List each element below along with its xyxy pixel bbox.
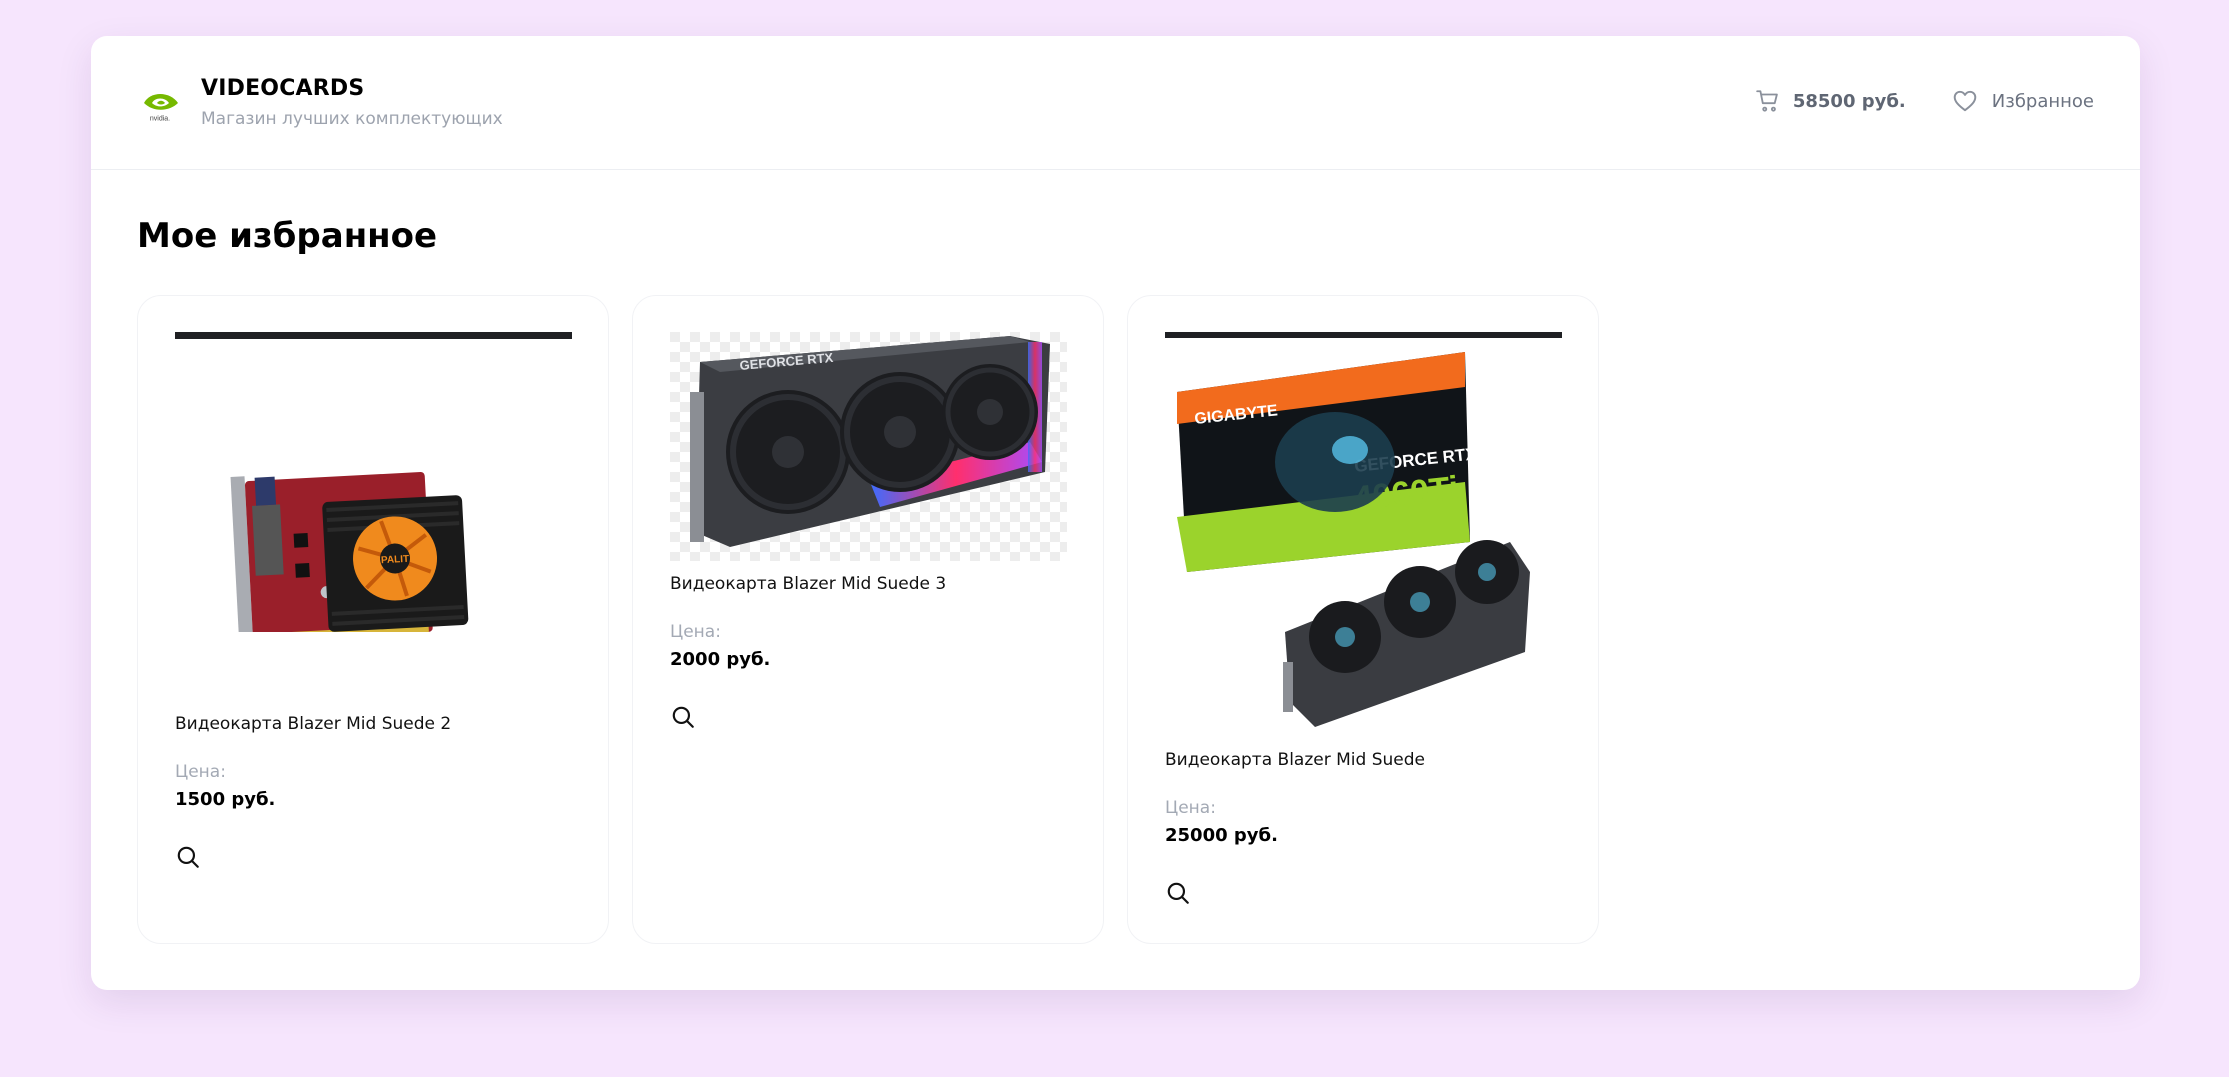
brand-subtitle: Магазин лучших комплектующих — [201, 109, 503, 129]
app-window: nvidia. VIDEOCARDS Магазин лучших компле… — [91, 36, 2140, 990]
cart-total: 58500 руб. — [1792, 90, 1906, 112]
product-price: 1500 руб. — [175, 789, 276, 810]
product-image: GEFORCE RTX — [670, 332, 1067, 561]
graphics-card-red-small-icon: PALIT — [175, 332, 572, 632]
search-icon[interactable] — [1165, 880, 1191, 906]
page-title: Мое избранное — [137, 216, 438, 256]
price-label: Цена: — [670, 622, 721, 642]
cart-icon — [1756, 90, 1778, 112]
product-name[interactable]: Видеокарта Blazer Mid Suede 2 — [175, 714, 451, 734]
search-icon[interactable] — [670, 704, 696, 730]
favorites-label: Избранное — [1991, 90, 2094, 112]
header: nvidia. VIDEOCARDS Магазин лучших компле… — [91, 36, 2140, 170]
product-price: 25000 руб. — [1165, 825, 1278, 846]
nvidia-logo-icon[interactable]: nvidia. — [136, 81, 184, 129]
graphics-card-gigabyte-rtx-4060ti-box-icon: GIGABYTE GEFORCE RTX 4060Ti — [1165, 332, 1562, 732]
product-price: 2000 руб. — [670, 649, 771, 670]
heart-icon — [1953, 90, 1977, 112]
price-label: Цена: — [1165, 798, 1216, 818]
product-image: PALIT — [175, 332, 572, 632]
cart-button[interactable]: 58500 руб. — [1755, 88, 1906, 114]
brand-title: VIDEOCARDS — [201, 76, 365, 101]
svg-text:PALIT: PALIT — [381, 554, 410, 566]
product-name[interactable]: Видеокарта Blazer Mid Suede 3 — [670, 574, 946, 594]
search-icon[interactable] — [175, 844, 201, 870]
header-actions: 58500 руб. Избранное — [1755, 88, 2094, 114]
product-card: PALIT Видеокарта Blazer Mid Suede 2 Цена… — [137, 295, 609, 944]
graphics-card-geforce-rtx-rog-icon: GEFORCE RTX — [670, 332, 1067, 561]
product-card: GEFORCE RTX Видеокарта Blazer Mid Suede — [632, 295, 1104, 944]
price-label: Цена: — [175, 762, 226, 782]
svg-text:nvidia.: nvidia. — [150, 116, 170, 123]
product-name[interactable]: Видеокарта Blazer Mid Suede — [1165, 750, 1425, 770]
product-card: GIGABYTE GEFORCE RTX 4060Ti Видеокарта B… — [1127, 295, 1599, 944]
favorites-button[interactable]: Избранное — [1952, 88, 2094, 114]
product-image: GIGABYTE GEFORCE RTX 4060Ti — [1165, 332, 1562, 732]
